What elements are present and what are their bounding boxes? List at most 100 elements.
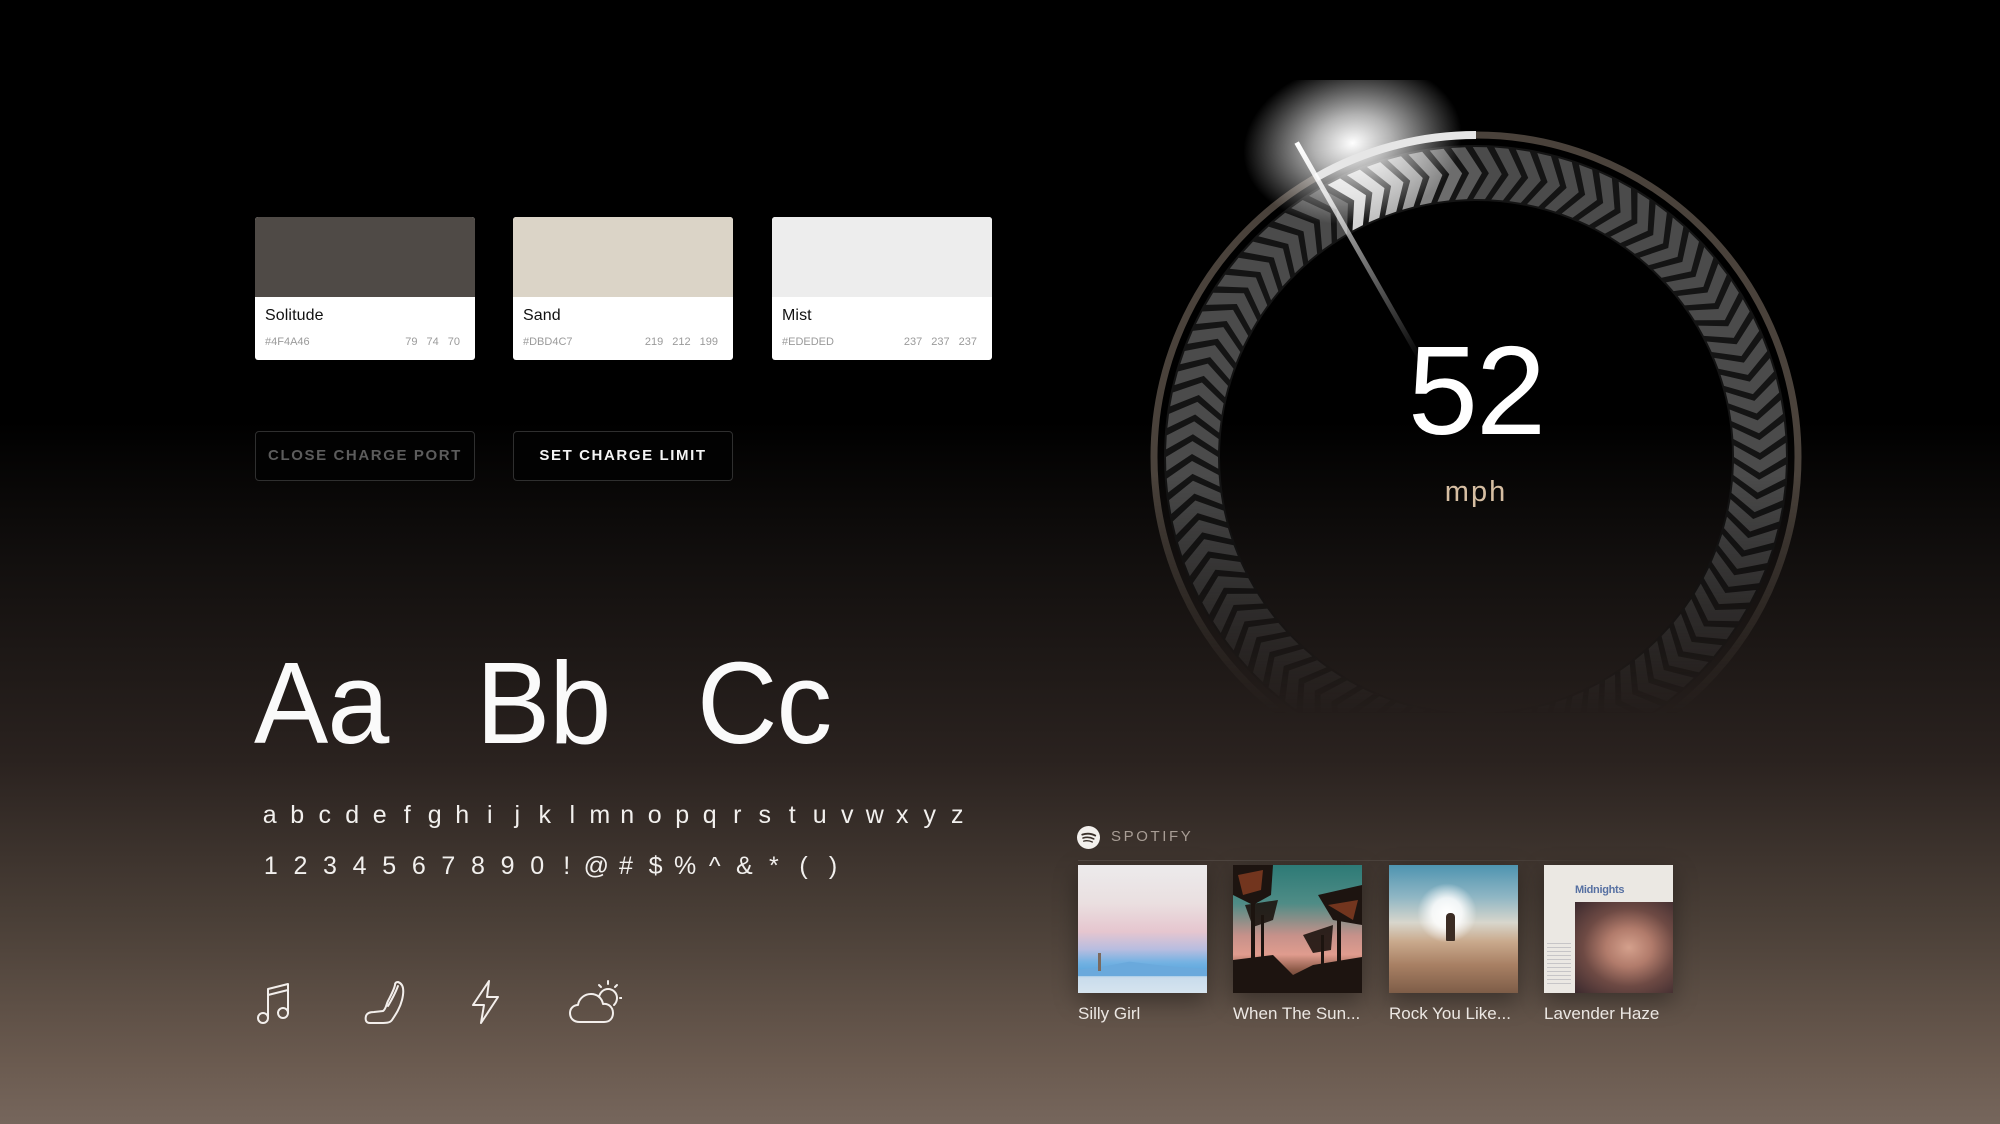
album-title: When The Sun... xyxy=(1233,1004,1361,1023)
album-art-figure xyxy=(1098,953,1101,971)
swatch-card-mist: Mist #EDEDED 237 237 237 xyxy=(772,217,992,360)
glyph: ( xyxy=(799,852,808,880)
rgb-r: 219 xyxy=(644,336,664,348)
glyph: 0 xyxy=(530,852,545,880)
swatch-hex: #DBD4C7 xyxy=(523,336,573,348)
glyph: 8 xyxy=(471,852,485,880)
glyph: h xyxy=(455,801,470,829)
partly-cloudy-icon xyxy=(566,978,624,1026)
glyph: n xyxy=(620,801,635,829)
album-lavender-haze[interactable]: Midnights Lavender Haze xyxy=(1544,865,1673,1023)
bolt-icon xyxy=(458,978,514,1026)
glyph: r xyxy=(733,801,742,829)
glyph: v xyxy=(841,801,854,829)
glyph: 9 xyxy=(500,852,515,880)
album-rock-you-like[interactable]: Rock You Like... xyxy=(1389,865,1518,1023)
rgb-g: 212 xyxy=(672,336,691,348)
album-art-figure xyxy=(1446,913,1455,941)
type-specimen-cc: Cc xyxy=(697,638,832,768)
glyph: @ xyxy=(583,852,610,880)
glyph: 5 xyxy=(382,852,397,880)
glyph: g xyxy=(427,801,442,829)
spotify-divider xyxy=(1078,860,1628,861)
album-when-the-sun[interactable]: When The Sun... xyxy=(1233,865,1362,1023)
glyph: 2 xyxy=(293,852,308,880)
swatch-rgb: 237 237 237 xyxy=(895,336,977,348)
glyph: o xyxy=(647,801,662,829)
glyph: ) xyxy=(828,852,838,880)
music-icon xyxy=(248,978,304,1026)
album-title: Silly Girl xyxy=(1078,1004,1141,1023)
glyph: l xyxy=(569,801,576,829)
glyph: d xyxy=(345,801,360,829)
swatch-name: Sand xyxy=(523,307,561,324)
close-charge-port-button[interactable]: CLOSE CHARGE PORT xyxy=(255,431,475,481)
glyph: z xyxy=(951,801,964,829)
seat-icon xyxy=(358,978,414,1026)
glyph: 1 xyxy=(263,852,278,880)
swatch-card-sand: Sand #DBD4C7 219 212 199 xyxy=(513,217,733,360)
glyph: m xyxy=(589,801,611,829)
glyph: t xyxy=(788,801,796,829)
type-specimen-aa: Aa xyxy=(254,638,389,768)
album-silly-girl[interactable]: Silly Girl xyxy=(1078,865,1207,1023)
glyph: j xyxy=(514,801,521,829)
glyph: ! xyxy=(563,852,571,880)
speed-readout: 52 xyxy=(1407,320,1546,461)
glyph: # xyxy=(618,852,633,880)
album-art xyxy=(1078,865,1207,993)
set-charge-limit-button[interactable]: SET CHARGE LIMIT xyxy=(513,431,733,481)
swatch-rgb: 219 212 199 xyxy=(636,336,718,348)
spotify-label: SPOTIFY xyxy=(1111,828,1194,845)
album-art-photo xyxy=(1575,902,1673,993)
glyph: & xyxy=(735,852,753,880)
glyph: k xyxy=(538,801,552,829)
speed-unit: mph xyxy=(1444,476,1508,508)
glyph: % xyxy=(673,852,697,880)
type-specimen-bb: Bb xyxy=(476,638,611,768)
glyph: u xyxy=(812,801,827,829)
swatch-name: Mist xyxy=(782,307,812,324)
glyph: e xyxy=(372,801,387,829)
rgb-r: 237 xyxy=(903,336,923,348)
glyph: c xyxy=(318,801,332,829)
rgb-b: 237 xyxy=(958,336,977,348)
glyph: w xyxy=(865,801,884,829)
spotify-logo-icon xyxy=(1077,826,1100,849)
swatch-hex: #EDEDED xyxy=(782,336,834,348)
glyph: ^ xyxy=(708,852,721,880)
numerals-symbols: 1 2 3 4 5 6 7 8 9 0! @ # $% ^ & * () xyxy=(256,852,848,881)
swatch-chip xyxy=(772,217,992,297)
rgb-b: 70 xyxy=(447,336,460,348)
glyph: i xyxy=(486,801,493,829)
glyph: 7 xyxy=(441,852,456,880)
glyph: $ xyxy=(648,852,663,880)
album-art: Midnights xyxy=(1544,865,1673,993)
glyph: y xyxy=(923,801,937,829)
rgb-g: 74 xyxy=(426,336,439,348)
glyph: 3 xyxy=(323,852,337,880)
glyph: a xyxy=(262,801,277,829)
rgb-r: 79 xyxy=(405,336,418,348)
swatch-card-solitude: Solitude #4F4A46 79 74 70 xyxy=(255,217,475,360)
glyph: p xyxy=(675,801,690,829)
glyph: 4 xyxy=(352,852,367,880)
swatch-rgb: 79 74 70 xyxy=(396,336,460,348)
glyph: f xyxy=(403,801,411,829)
glyph: s xyxy=(758,801,772,829)
album-art xyxy=(1389,865,1518,993)
album-title: Lavender Haze xyxy=(1544,1004,1660,1023)
swatch-hex: #4F4A46 xyxy=(265,336,310,348)
album-art-palms xyxy=(1233,865,1362,993)
album-art-tracklist xyxy=(1547,943,1571,987)
swatch-chip xyxy=(513,217,733,297)
glyph: 6 xyxy=(411,852,426,880)
glyph: q xyxy=(702,801,717,829)
glyph: b xyxy=(290,801,305,829)
rgb-b: 199 xyxy=(699,336,718,348)
rgb-g: 237 xyxy=(931,336,950,348)
lowercase-alphabet: abcdefghijklmnopqrstuvwxyz xyxy=(256,801,971,830)
album-title: Rock You Like... xyxy=(1389,1004,1511,1023)
glyph: x xyxy=(896,801,909,829)
album-cover-text: Midnights xyxy=(1575,884,1625,896)
